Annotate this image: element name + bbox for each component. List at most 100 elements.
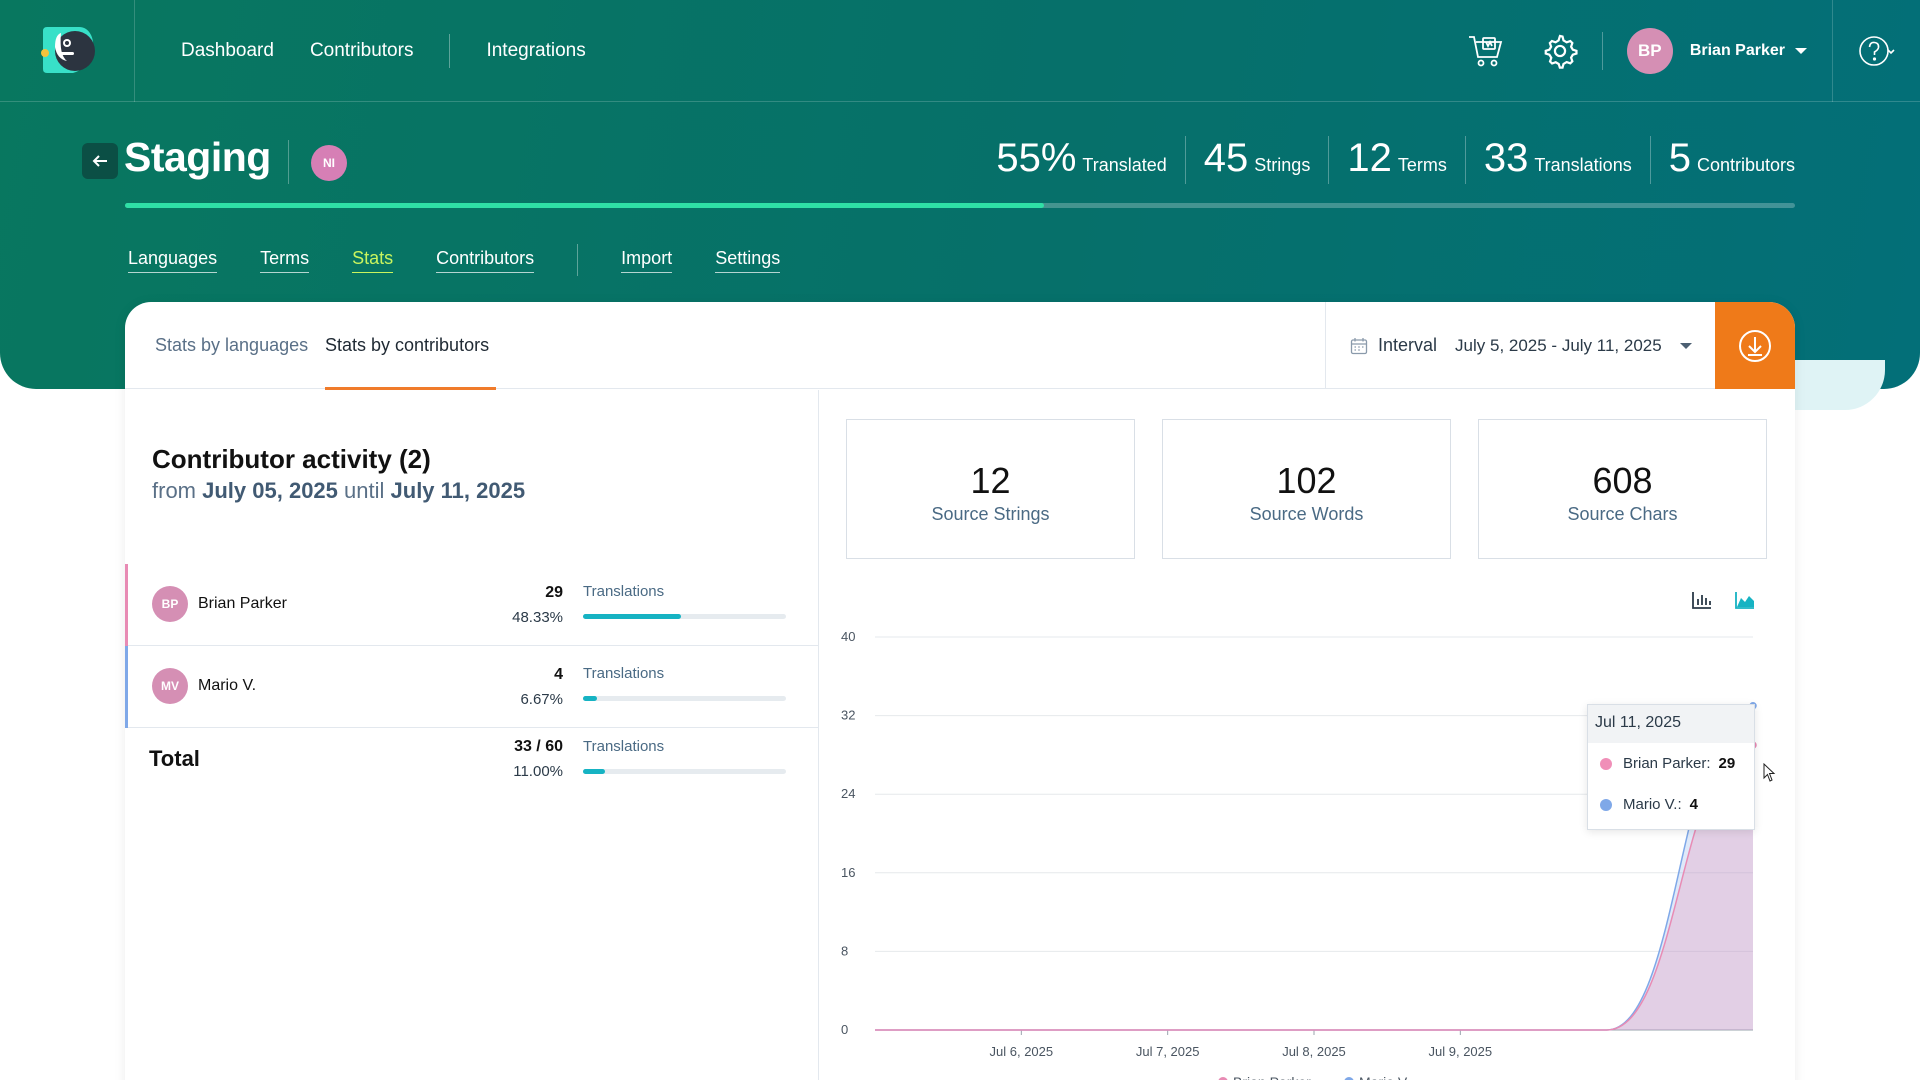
kpi-label: Terms bbox=[1397, 155, 1447, 175]
translation-progress-bar bbox=[125, 203, 1795, 208]
mouse-cursor-icon bbox=[1763, 763, 1776, 782]
stats-card: Stats by languages Stats by contributors… bbox=[125, 302, 1795, 1080]
kpi-label: Contributors bbox=[1696, 155, 1795, 175]
kpi-terms: 12 Terms bbox=[1328, 136, 1465, 184]
cart-button[interactable] bbox=[1466, 31, 1506, 71]
tab-stats-by-languages[interactable]: Stats by languages bbox=[155, 335, 308, 356]
help-icon[interactable] bbox=[1858, 34, 1896, 68]
x-tick-label: Jul 6, 2025 bbox=[990, 1044, 1054, 1059]
nav-contributors[interactable]: Contributors bbox=[310, 40, 414, 62]
contributor-name: Brian Parker bbox=[198, 595, 287, 612]
user-name[interactable]: Brian Parker bbox=[1690, 42, 1785, 60]
help-cell bbox=[1832, 0, 1920, 102]
nav-integrations[interactable]: Integrations bbox=[486, 40, 585, 62]
total-label: Total bbox=[149, 746, 200, 771]
arrow-left-icon bbox=[92, 155, 107, 167]
kpi-value: 55% bbox=[996, 136, 1077, 180]
source-chars-box: 608 Source Chars bbox=[1478, 419, 1767, 559]
y-tick-label: 0 bbox=[841, 1022, 848, 1037]
source-chars-label: Source Chars bbox=[1567, 504, 1678, 524]
total-progress-fill bbox=[583, 769, 606, 774]
project-owner-badge[interactable]: NI bbox=[311, 145, 347, 181]
tab-stats-by-contributors[interactable]: Stats by contributors bbox=[325, 335, 489, 356]
contributor-unit-label: Translations bbox=[583, 583, 665, 600]
source-strings-label: Source Strings bbox=[931, 504, 1050, 524]
interval-value[interactable]: July 5, 2025 - July 11, 2025 bbox=[1455, 336, 1662, 356]
area-chart-icon[interactable] bbox=[1733, 588, 1757, 612]
contributor-count: 29 bbox=[545, 584, 563, 601]
kpi-label: Translations bbox=[1534, 155, 1632, 175]
interval-label: Interval bbox=[1378, 335, 1438, 355]
y-tick-label: 32 bbox=[841, 708, 855, 723]
series-dot-icon bbox=[1600, 798, 1612, 811]
total-percent: 11.00% bbox=[513, 763, 563, 780]
tooltip-row: Brian Parker: 29 bbox=[1588, 743, 1754, 784]
nav-divider bbox=[449, 34, 451, 68]
tooltip-series-value: 4 bbox=[1689, 796, 1698, 813]
interval-selector[interactable]: Interval July 5, 2025 - July 11, 2025 bbox=[1325, 302, 1715, 389]
bar-chart-icon[interactable] bbox=[1690, 588, 1714, 612]
tab-contributors[interactable]: Contributors bbox=[436, 248, 535, 273]
total-unit-label: Translations bbox=[583, 738, 665, 755]
chart-tooltip: Jul 11, 2025 Brian Parker: 29 Mario V.: … bbox=[1587, 704, 1755, 830]
download-button[interactable] bbox=[1715, 302, 1795, 389]
tooltip-series-label: Mario V.: bbox=[1623, 796, 1682, 813]
gear-icon bbox=[1544, 34, 1578, 69]
x-tick-label: Jul 8, 2025 bbox=[1282, 1044, 1346, 1059]
source-words-box: 102 Source Words bbox=[1162, 419, 1451, 559]
tooltip-row: Mario V.: 4 bbox=[1588, 784, 1754, 825]
nav-dashboard[interactable]: Dashboard bbox=[181, 40, 274, 62]
user-avatar[interactable]: BP bbox=[1626, 28, 1673, 74]
contributor-row[interactable]: BP Brian Parker 29 48.33% Translations bbox=[125, 564, 819, 646]
contributor-activity-title: Contributor activity (2) bbox=[152, 444, 431, 474]
source-words-label: Source Words bbox=[1249, 504, 1364, 524]
tab-terms[interactable]: Terms bbox=[260, 248, 310, 273]
cart-icon bbox=[1468, 36, 1502, 67]
y-tick-label: 16 bbox=[841, 865, 855, 880]
kpi-label: Translated bbox=[1082, 155, 1167, 175]
contributor-count: 4 bbox=[554, 666, 563, 683]
source-words-value: 102 bbox=[1276, 460, 1337, 501]
project-kpis: 55% Translated 45 Strings 12 Terms 33 Transl… bbox=[978, 136, 1795, 184]
source-strings-value: 12 bbox=[970, 460, 1011, 501]
tab-settings[interactable]: Settings bbox=[715, 248, 781, 273]
back-button[interactable] bbox=[82, 143, 118, 179]
tooltip-series-value: 29 bbox=[1718, 755, 1736, 772]
legend-label: Mario V. bbox=[1359, 1074, 1410, 1080]
contributor-progress-fill bbox=[583, 614, 682, 619]
y-tick-label: 24 bbox=[841, 786, 855, 801]
stats-card-header: Stats by languages Stats by contributors… bbox=[125, 302, 1795, 390]
contributions-area-chart[interactable]: 0 8 16 24 32 40 Jul 6, 2025 Jul 7, 2025 Jul 8, 2… bbox=[819, 615, 1795, 1080]
source-strings-box: 12 Source Strings bbox=[846, 419, 1135, 559]
tab-languages[interactable]: Languages bbox=[128, 248, 218, 273]
app-logo-icon[interactable] bbox=[35, 25, 99, 77]
download-icon bbox=[1739, 329, 1771, 362]
contributor-percent: 48.33% bbox=[512, 609, 563, 626]
kpi-label: Strings bbox=[1254, 155, 1311, 175]
user-menu-chevron-down-icon[interactable] bbox=[1795, 48, 1807, 54]
total-count: 33 / 60 bbox=[514, 738, 563, 755]
interval-chevron-down-icon[interactable] bbox=[1679, 342, 1692, 349]
contributor-color-stripe bbox=[125, 646, 128, 728]
series-dot-icon bbox=[1600, 757, 1612, 770]
contributor-row[interactable]: MV Mario V. 4 6.67% Translations bbox=[125, 646, 819, 728]
project-subtabs: Languages Terms Stats Contributors Impor… bbox=[128, 244, 823, 276]
tab-stats[interactable]: Stats bbox=[352, 248, 394, 273]
total-row: Total 33 / 60 11.00% Translations bbox=[125, 728, 819, 800]
kpi-translated: 55% Translated bbox=[978, 136, 1184, 184]
tab-import[interactable]: Import bbox=[621, 248, 673, 273]
logo-cell bbox=[0, 0, 135, 102]
contributor-progress-bar bbox=[583, 696, 786, 701]
kpi-contributors: 5 Contributors bbox=[1649, 136, 1795, 184]
kpi-value: 5 bbox=[1668, 136, 1691, 180]
range-until-date: July 11, 2025 bbox=[390, 478, 526, 503]
kpi-value: 45 bbox=[1203, 136, 1249, 180]
top-actions: BP Brian Parker bbox=[1466, 0, 1920, 102]
contributor-percent: 6.67% bbox=[520, 691, 563, 708]
settings-button[interactable] bbox=[1540, 31, 1580, 71]
main-nav: Dashboard Contributors Integrations bbox=[181, 0, 622, 102]
y-tick-label: 8 bbox=[841, 943, 848, 958]
avatar: BP bbox=[152, 586, 188, 622]
source-chars-value: 608 bbox=[1592, 460, 1653, 501]
contributor-progress-bar bbox=[583, 614, 786, 619]
